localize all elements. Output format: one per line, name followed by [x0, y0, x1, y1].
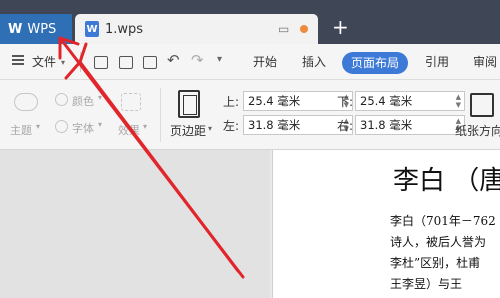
- annotation-arrow-shaft-2: [78, 60, 240, 273]
- annotation-arrow: [58, 36, 245, 279]
